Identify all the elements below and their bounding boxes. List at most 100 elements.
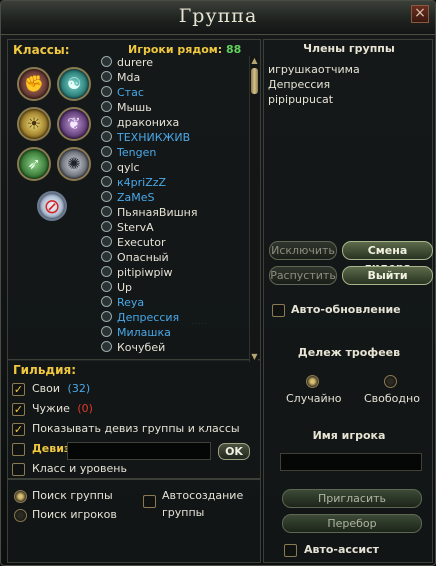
own-guild-checkbox[interactable]: ✓ bbox=[12, 383, 25, 396]
player-class-icon bbox=[101, 326, 112, 337]
motto-input[interactable] bbox=[67, 442, 211, 460]
guild-label: Гильдия: bbox=[13, 363, 77, 377]
player-name-heading: Имя игрока bbox=[312, 429, 386, 442]
auto-create-label-line2: группы bbox=[162, 506, 205, 519]
auto-update-checkbox[interactable] bbox=[272, 304, 285, 317]
change-leader-button[interactable]: Смена лидера bbox=[342, 241, 433, 274]
invite-button[interactable]: Пригласить bbox=[282, 489, 422, 508]
loot-heading: Дележ трофеев bbox=[297, 346, 401, 359]
player-row[interactable]: дракониха bbox=[101, 116, 249, 131]
scroll-up-arrow-icon[interactable]: ▲ bbox=[250, 56, 259, 65]
player-row[interactable]: ТЕХНИКЖИВ bbox=[101, 131, 249, 146]
player-name: Up bbox=[117, 281, 133, 294]
show-motto-checkbox[interactable]: ✓ bbox=[12, 423, 25, 436]
motto-checkbox[interactable] bbox=[12, 443, 25, 456]
player-class-icon bbox=[101, 116, 112, 127]
player-row[interactable]: Мышь bbox=[101, 101, 249, 116]
player-name: к4priZzZ bbox=[117, 176, 167, 189]
auto-create-checkbox[interactable] bbox=[143, 495, 156, 508]
auto-assist-label: Авто-ассист bbox=[304, 543, 380, 556]
player-row[interactable]: pitipiwpiw bbox=[101, 266, 249, 281]
class-no-filter-icon[interactable]: ⊘ bbox=[37, 191, 67, 221]
group-member[interactable]: Депрессия bbox=[268, 78, 330, 91]
player-class-icon bbox=[101, 296, 112, 307]
player-name: Милашка bbox=[117, 326, 171, 339]
player-row[interactable]: ПьянаяВишня bbox=[101, 206, 249, 221]
player-row[interactable]: Tengen bbox=[101, 146, 249, 161]
show-motto-label: Показывать девиз группы и классы bbox=[32, 422, 240, 435]
player-search-radio[interactable] bbox=[14, 509, 27, 522]
player-class-icon bbox=[101, 161, 112, 172]
player-class-icon bbox=[101, 266, 112, 277]
player-name: qylc bbox=[117, 161, 140, 174]
players-scrollbar[interactable]: ▲ ▼ bbox=[249, 56, 258, 362]
class-mage-icon[interactable]: ☯ bbox=[57, 67, 91, 101]
own-guild-row: Свои (32) bbox=[32, 382, 90, 395]
player-row[interactable]: Депрессия bbox=[101, 311, 249, 326]
auto-assist-checkbox[interactable] bbox=[284, 544, 297, 557]
player-row[interactable]: StervA bbox=[101, 221, 249, 236]
player-row[interactable]: Кочубей bbox=[101, 341, 249, 356]
class-warlock-icon[interactable]: ❦ bbox=[57, 107, 91, 141]
motto-ok-button[interactable]: OK bbox=[218, 443, 250, 460]
foreign-guild-label: Чужие bbox=[32, 402, 70, 415]
class-priest-icon[interactable]: ☀ bbox=[17, 107, 51, 141]
class-scout-icon[interactable]: ➶ bbox=[17, 147, 51, 181]
loot-random-radio[interactable] bbox=[306, 375, 319, 388]
class-level-checkbox[interactable] bbox=[12, 463, 25, 476]
player-name: Депрессия bbox=[117, 311, 180, 324]
player-name: Mda bbox=[117, 71, 141, 84]
class-psionic-icon[interactable]: ✺ bbox=[57, 147, 91, 181]
group-search-radio[interactable] bbox=[14, 490, 27, 503]
foreign-guild-checkbox[interactable]: ✓ bbox=[12, 403, 25, 416]
player-row[interactable]: Reya bbox=[101, 296, 249, 311]
player-row[interactable]: Милашка bbox=[101, 326, 249, 341]
player-name: дракониха bbox=[117, 116, 180, 129]
kick-button[interactable]: Исключить bbox=[269, 241, 337, 260]
player-name: Tengen bbox=[117, 146, 157, 159]
title-bar[interactable]: Группа × bbox=[1, 1, 435, 35]
player-class-icon bbox=[101, 86, 112, 97]
player-row[interactable]: Mda bbox=[101, 71, 249, 86]
player-row[interactable]: к4priZzZ bbox=[101, 176, 249, 191]
player-class-icon bbox=[101, 341, 112, 352]
player-class-icon bbox=[101, 311, 112, 322]
player-name: Опасный bbox=[117, 251, 169, 264]
player-class-icon bbox=[101, 176, 112, 187]
player-name: durere bbox=[117, 56, 154, 69]
player-search-label: Поиск игроков bbox=[32, 508, 117, 521]
group-member[interactable]: игрушкаотчима bbox=[268, 63, 360, 76]
nearby-players-list[interactable]: durere Mda Стас Мышь дракониха ТЕХНИКЖИВ Tenge… bbox=[101, 56, 249, 359]
scroll-thumb[interactable] bbox=[251, 68, 258, 94]
auto-create-label-line1: Автосоздание bbox=[162, 489, 244, 502]
classes-label: Классы: bbox=[13, 43, 70, 57]
player-class-icon bbox=[101, 71, 112, 82]
player-class-icon bbox=[101, 281, 112, 292]
player-name: pitipiwpiw bbox=[117, 266, 173, 279]
player-row[interactable]: Опасный bbox=[101, 251, 249, 266]
player-row[interactable]: qylc bbox=[101, 161, 249, 176]
player-row[interactable]: Стас bbox=[101, 86, 249, 101]
loot-free-radio[interactable] bbox=[384, 375, 397, 388]
leave-group-button[interactable]: Выйти bbox=[342, 266, 433, 285]
player-class-icon bbox=[101, 236, 112, 247]
player-name: Стас bbox=[117, 86, 144, 99]
nearby-players-label: Игроки рядом: bbox=[128, 43, 223, 56]
player-row[interactable]: Up bbox=[101, 281, 249, 296]
player-row[interactable]: durere bbox=[101, 56, 249, 71]
close-button[interactable]: × bbox=[411, 5, 429, 23]
reassign-button[interactable]: Перебор bbox=[282, 514, 422, 533]
motto-label: Девиз bbox=[32, 442, 71, 455]
auto-update-label: Авто-обновление bbox=[291, 303, 401, 316]
player-row[interactable]: Executor bbox=[101, 236, 249, 251]
scroll-down-arrow-icon[interactable]: ▼ bbox=[250, 352, 259, 361]
player-name: ПьянаяВишня bbox=[117, 206, 198, 219]
class-warrior-icon[interactable]: ✊ bbox=[17, 67, 51, 101]
own-guild-count: (32) bbox=[67, 382, 91, 395]
right-panel bbox=[263, 39, 433, 563]
player-name-input[interactable] bbox=[280, 453, 422, 471]
disband-button[interactable]: Распустить bbox=[269, 266, 337, 285]
loot-random-label: Случайно bbox=[286, 392, 342, 405]
group-member[interactable]: pipipupucat bbox=[268, 93, 333, 106]
player-row[interactable]: ZaMeS bbox=[101, 191, 249, 206]
